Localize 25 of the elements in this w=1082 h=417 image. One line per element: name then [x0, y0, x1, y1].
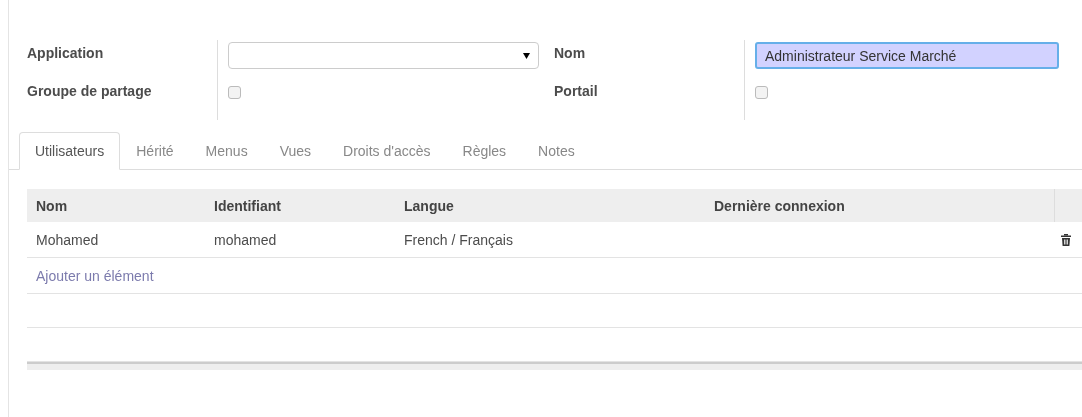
trash-icon[interactable]: [1061, 233, 1071, 246]
caret-icon: [523, 52, 530, 59]
tab[interactable]: Vues: [263, 132, 328, 170]
tab[interactable]: Utilisateurs: [19, 132, 121, 170]
tab[interactable]: Hérité: [120, 132, 190, 170]
tab[interactable]: Notes: [522, 132, 591, 170]
column-header: Langue: [403, 197, 455, 214]
field-label: Groupe de partage: [27, 82, 153, 101]
field-label: Nom: [554, 44, 587, 63]
column-header: Identifiant: [213, 197, 282, 214]
table-cell: Mohamed: [36, 231, 99, 248]
dropdown-field[interactable]: [228, 42, 539, 69]
column-header: Nom: [35, 197, 69, 214]
tab[interactable]: Droits d'accès: [327, 132, 447, 170]
checkbox[interactable]: [228, 86, 241, 99]
text-input[interactable]: Administrateur Service Marché: [755, 42, 1059, 69]
table-cell: mohamed: [214, 231, 277, 248]
field-label: Portail: [554, 82, 599, 101]
column-header: Dernière connexion: [713, 197, 846, 214]
tab[interactable]: Menus: [189, 132, 264, 170]
table-cell: French / Français: [404, 231, 513, 248]
checkbox[interactable]: [755, 86, 768, 99]
add-item-link[interactable]: Ajouter un élément: [27, 267, 154, 284]
tab[interactable]: Règles: [446, 132, 523, 170]
field-label: Application: [27, 44, 105, 63]
